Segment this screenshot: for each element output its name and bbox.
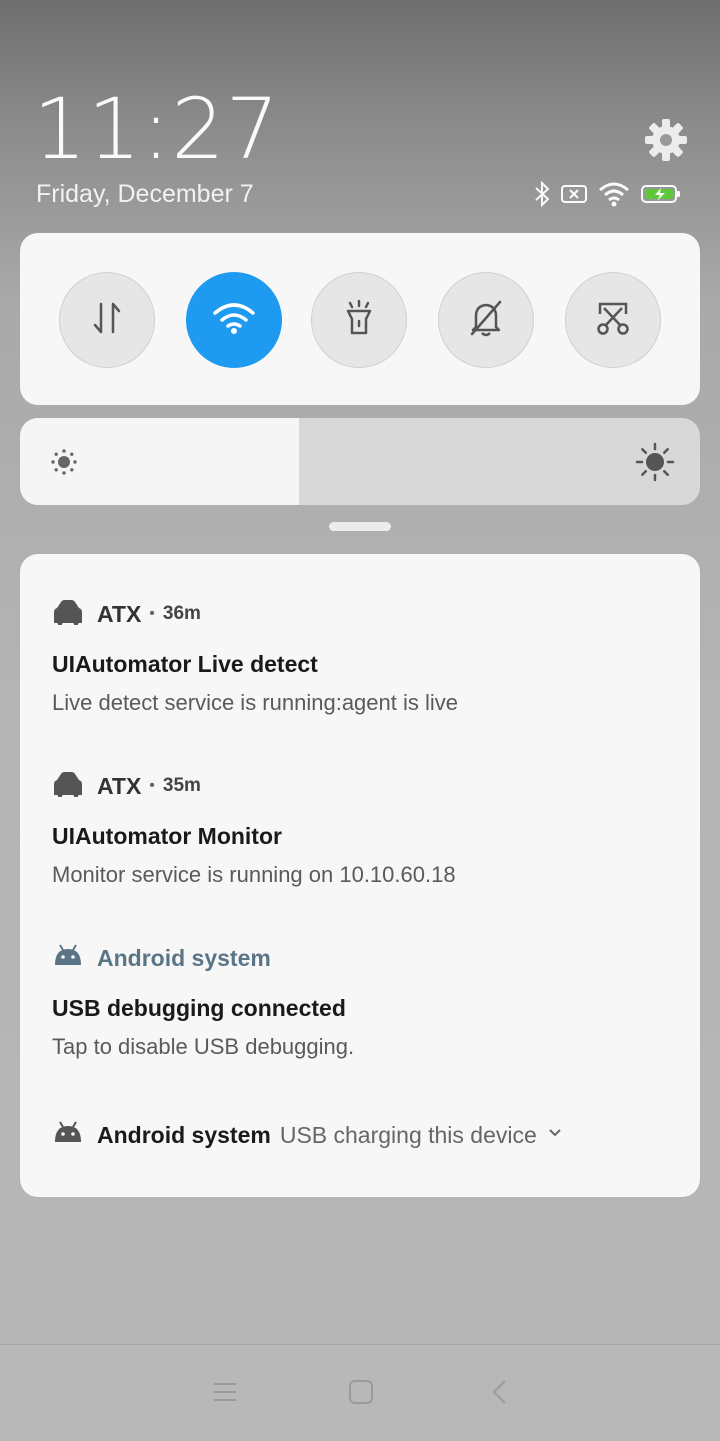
brightness-slider[interactable] [20,418,700,505]
flashlight-toggle[interactable] [311,272,407,368]
android-icon [52,943,97,974]
drag-handle[interactable] [329,522,391,531]
wifi-icon [598,181,630,207]
notification-time: 35m [162,775,201,796]
notification-text: Tap to disable USB debugging. [52,1034,355,1059]
notification-item[interactable]: ATX • 36m UIAutomator Live detect Live d… [52,599,672,716]
brightness-high-icon [635,442,675,487]
notification-text: Monitor service is running on 10.10.60.1… [52,862,456,887]
quick-settings-panel [20,233,700,405]
android-icon [52,1120,84,1151]
notification-title: UIAutomator Monitor [52,823,282,849]
gear-icon[interactable] [642,116,690,164]
wifi-toggle[interactable] [186,272,282,368]
atx-app-icon [52,771,97,802]
data-arrows-icon [90,300,124,341]
atx-app-icon [52,599,97,630]
notification-app-name: Android system [97,944,271,971]
notification-text: Live detect service is running:agent is … [52,690,458,715]
brightness-low-icon [50,448,78,481]
notification-app-name: ATX [97,772,142,799]
notification-title: UIAutomator Live detect [52,651,318,677]
navigation-bar [0,1344,720,1441]
notification-text: USB charging this device [279,1121,537,1148]
notification-app-name: Android system [97,1121,271,1148]
notification-item[interactable]: ATX • 35m UIAutomator Monitor Monitor se… [52,771,672,888]
notification-item[interactable]: Android system USB debugging connected T… [52,943,672,1060]
status-icons [534,179,681,209]
silent-toggle[interactable] [438,272,534,368]
date[interactable]: Friday, December 7 [36,180,254,209]
notification-time: 36m [162,603,201,624]
menu-icon[interactable] [212,1379,238,1410]
screenshot-toggle[interactable] [565,272,661,368]
battery-charging-icon [641,184,681,204]
chevron-down-icon[interactable] [547,1126,563,1144]
flashlight-icon [342,299,376,342]
separator-dot: • [149,605,155,622]
notification-app-name: ATX [97,600,142,627]
home-icon[interactable] [348,1379,374,1410]
collapsed-notification[interactable]: Android system USB charging this device [52,1117,563,1153]
notification-panel: ATX • 36m UIAutomator Live detect Live d… [20,554,700,1197]
bluetooth-icon [534,181,550,207]
separator-dot: • [149,777,155,794]
back-icon[interactable] [489,1379,511,1410]
bell-off-icon [468,299,504,342]
no-sim-icon [561,184,587,204]
wifi-icon [212,301,256,340]
mobile-data-toggle[interactable] [59,272,155,368]
notification-title: USB debugging connected [52,995,346,1021]
scissors-icon [594,300,632,341]
clock[interactable]: 11:27 [33,80,280,178]
